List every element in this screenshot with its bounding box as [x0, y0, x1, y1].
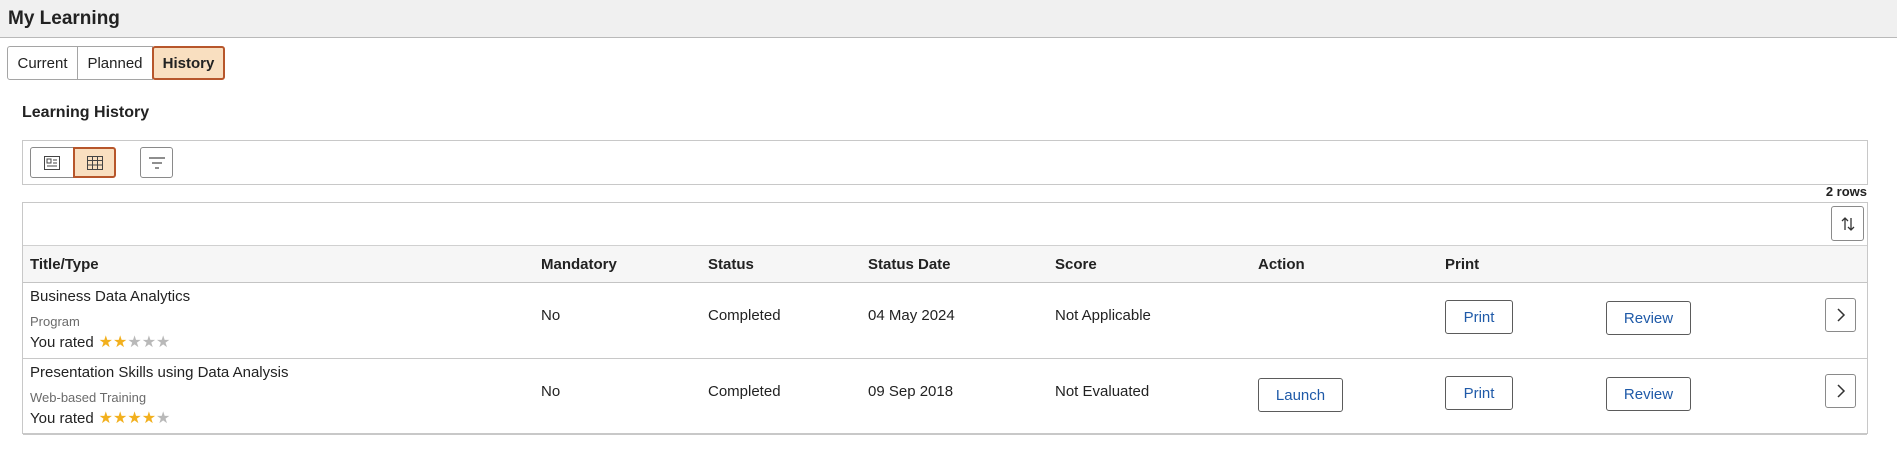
column-header-status-date: Status Date	[868, 256, 951, 273]
tab-planned[interactable]: Planned	[77, 46, 153, 80]
page-header: My Learning	[0, 0, 1897, 38]
filter-icon	[148, 156, 165, 169]
card-view-button[interactable]	[30, 147, 74, 178]
grid-view-icon	[86, 155, 103, 170]
grid-header: Title/Type Mandatory Status Status Date …	[23, 245, 1867, 283]
star-rating: ★ ★ ★ ★ ★	[98, 409, 171, 427]
table-row[interactable]: Presentation Skills using Data Analysis …	[23, 358, 1867, 435]
grid-view-button[interactable]	[73, 147, 116, 178]
status-date-value: 04 May 2024	[868, 307, 955, 324]
rating: You rated ★ ★ ★ ★ ★	[30, 334, 170, 351]
page-title: My Learning	[8, 7, 120, 29]
star-empty-icon: ★	[141, 333, 157, 351]
star-filled-icon: ★	[141, 409, 157, 427]
chevron-right-icon	[1836, 384, 1845, 398]
sort-icon	[1841, 216, 1854, 231]
rating: You rated ★ ★ ★ ★ ★	[30, 410, 170, 427]
chevron-right-icon	[1836, 308, 1845, 322]
status-value: Completed	[708, 307, 781, 324]
learning-history-grid: Title/Type Mandatory Status Status Date …	[22, 202, 1868, 435]
course-title: Presentation Skills using Data Analysis	[30, 364, 289, 381]
course-title: Business Data Analytics	[30, 288, 191, 305]
column-header-print: Print	[1445, 256, 1480, 273]
column-header-title-type: Title/Type	[30, 256, 99, 273]
table-row[interactable]: Business Data Analytics Program You rate…	[23, 282, 1867, 359]
star-empty-icon: ★	[127, 333, 142, 351]
tab-history[interactable]: History	[152, 46, 225, 80]
star-filled-icon: ★	[127, 409, 142, 427]
print-button[interactable]: Print	[1445, 300, 1513, 334]
section-title: Learning History	[22, 104, 150, 121]
card-view-icon	[44, 155, 60, 170]
tab-current[interactable]: Current	[7, 46, 78, 80]
star-filled-icon: ★	[113, 333, 128, 351]
sort-button[interactable]	[1831, 206, 1864, 241]
status-value: Completed	[708, 383, 781, 400]
score-value: Not Applicable	[1055, 307, 1151, 324]
score-value: Not Evaluated	[1055, 383, 1150, 400]
tab-bar: Current Planned History	[7, 46, 225, 80]
rated-label: You rated	[30, 334, 94, 351]
launch-button[interactable]: Launch	[1258, 378, 1343, 412]
star-rating: ★ ★ ★ ★ ★	[98, 333, 171, 351]
row-detail-button[interactable]	[1825, 298, 1856, 332]
star-empty-icon: ★	[156, 333, 171, 351]
rated-label: You rated	[30, 410, 94, 427]
mandatory-value: No	[541, 307, 561, 324]
column-header-status: Status	[708, 256, 754, 273]
column-header-mandatory: Mandatory	[541, 256, 617, 273]
print-button[interactable]: Print	[1445, 376, 1513, 410]
view-toolbar	[22, 140, 1868, 185]
course-type: Web-based Training	[30, 390, 147, 405]
mandatory-value: No	[541, 383, 561, 400]
row-count: 2 rows	[1825, 184, 1867, 199]
star-filled-icon: ★	[98, 333, 114, 351]
star-empty-icon: ★	[156, 409, 171, 427]
row-detail-button[interactable]	[1825, 374, 1856, 408]
column-header-action: Action	[1258, 256, 1305, 273]
review-button[interactable]: Review	[1606, 377, 1691, 411]
filter-button[interactable]	[140, 147, 173, 178]
course-type: Program	[30, 314, 80, 329]
column-header-score: Score	[1055, 256, 1097, 273]
star-filled-icon: ★	[113, 409, 128, 427]
review-button[interactable]: Review	[1606, 301, 1691, 335]
status-date-value: 09 Sep 2018	[868, 383, 954, 400]
star-filled-icon: ★	[98, 409, 114, 427]
